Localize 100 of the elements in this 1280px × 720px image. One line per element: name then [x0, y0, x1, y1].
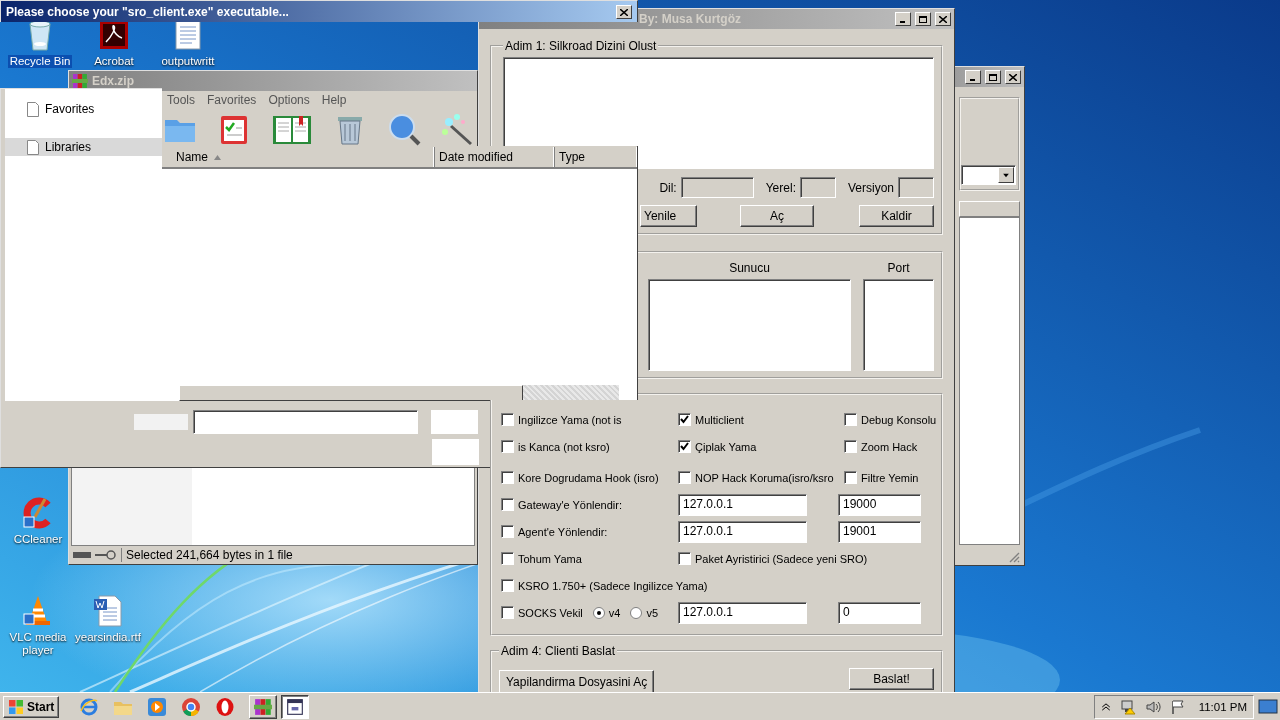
clock-text[interactable]: 11:01 PM [1198, 700, 1247, 713]
checkbox[interactable] [501, 552, 514, 565]
list-header [959, 201, 1020, 217]
input-field[interactable]: 127.0.0.1 [678, 493, 807, 516]
radio-button[interactable] [630, 606, 643, 619]
dropdown[interactable] [961, 165, 1016, 185]
desktop-icon-label[interactable]: outputwritt [159, 55, 217, 68]
input-field[interactable]: 127.0.0.1 [678, 520, 807, 543]
checkbox[interactable] [501, 440, 514, 453]
input-field[interactable] [680, 177, 754, 198]
checkbox-label: Zoom Hack [861, 440, 918, 453]
input-field[interactable]: 19001 [838, 520, 921, 543]
checkbox[interactable] [844, 440, 857, 453]
window-title: Edx.zip [92, 74, 134, 88]
window-title: Please choose your "sro_client.exe" executable... [6, 5, 289, 19]
app-window-icon [286, 697, 305, 716]
checkbox-label: NOP Hack Koruma(isro/ksro [695, 471, 834, 484]
checkbox-label: Paket Ayristirici (Sadece yeni SRO) [695, 552, 868, 565]
network-icon[interactable] [1119, 698, 1136, 715]
checkbox-label: is Kanca (not ksro) [518, 440, 610, 453]
field-label: Yerel: [765, 180, 796, 195]
radio-button[interactable] [592, 606, 605, 619]
input-field[interactable]: 19000 [838, 493, 921, 516]
four-squares-logo-icon [8, 698, 24, 715]
close-button[interactable] [616, 5, 632, 19]
radio-label: v4 [608, 606, 621, 619]
input-field[interactable]: 0 [838, 601, 921, 624]
checkbox[interactable] [501, 606, 514, 619]
search-icon[interactable] [387, 112, 421, 146]
key-icon [95, 550, 117, 560]
opera-icon[interactable] [215, 696, 236, 717]
field-label: Versiyon [847, 180, 894, 195]
magic-wand-icon[interactable] [441, 112, 475, 146]
media-player-icon[interactable] [147, 696, 168, 717]
close-icon [620, 8, 628, 16]
checkbox[interactable] [501, 579, 514, 592]
input-field[interactable] [134, 414, 188, 430]
list-box[interactable] [863, 279, 934, 371]
archive-app-icon [254, 697, 273, 716]
checkbox-label: Agent'e Yönlendir: [518, 525, 608, 538]
checkbox[interactable] [501, 471, 514, 484]
browser-e-icon[interactable] [79, 696, 100, 717]
group-label: Adim 4: Clienti Baslat [500, 644, 617, 658]
input-field[interactable] [193, 410, 418, 434]
checkbox-label: Çiplak Yama [695, 440, 757, 453]
nav-item[interactable]: Libraries [5, 138, 162, 156]
word-document-icon [91, 594, 125, 628]
checkbox-label: Ingilizce Yama (not is [518, 413, 622, 426]
checkbox[interactable] [501, 498, 514, 511]
checkbox[interactable] [501, 525, 514, 538]
close-icon [939, 15, 947, 23]
group-label: Adim 1: Silkroad Dizini Olust [504, 39, 658, 53]
close-icon [1009, 73, 1017, 81]
checkbox[interactable] [678, 471, 691, 484]
document-icon [27, 139, 39, 155]
input-field[interactable] [898, 177, 934, 198]
checkbox-label: Gateway'e Yönlendir: [518, 498, 623, 511]
button[interactable]: Kaldir [859, 205, 934, 227]
checkbox-label: SOCKS Vekil [518, 606, 583, 619]
input-field[interactable]: 127.0.0.1 [678, 601, 807, 624]
column-header[interactable]: Date modified [435, 147, 555, 167]
column-label: Sunucu [728, 261, 771, 277]
status-text: Selected 241,664 bytes in 1 file [121, 548, 293, 562]
checkbox[interactable] [678, 440, 691, 453]
checkbox[interactable] [844, 413, 857, 426]
checkbox[interactable] [678, 552, 691, 565]
speaker-icon[interactable] [1144, 698, 1161, 715]
desktop-icon-label[interactable]: Acrobat [92, 55, 136, 68]
drive-icon [73, 550, 91, 560]
maximize-icon [919, 15, 927, 23]
checkbox-label: KSRO 1.750+ (Sadece Ingilizce Yama) [518, 579, 708, 592]
taskbar-button[interactable] [281, 694, 310, 719]
input-field[interactable] [431, 410, 478, 434]
start-button[interactable]: Start [3, 695, 60, 718]
input-field[interactable] [432, 439, 479, 465]
resize-grip-icon[interactable] [1008, 551, 1020, 563]
chrome-icon[interactable] [181, 696, 202, 717]
desktop-icon-label[interactable]: Recycle Bin [7, 55, 73, 68]
button[interactable]: Aç [740, 205, 814, 227]
menu-item[interactable]: Help [321, 93, 347, 107]
button[interactable]: Baslat! [849, 668, 934, 690]
column-header[interactable]: Name [162, 147, 435, 167]
button[interactable]: Yenile [640, 205, 697, 227]
checkbox-label: Multiclient [695, 413, 744, 426]
input-field[interactable] [799, 177, 836, 198]
menu-item[interactable]: Favorites [207, 93, 257, 107]
flag-icon[interactable] [1169, 698, 1186, 715]
checkbox[interactable] [678, 413, 691, 426]
show-desktop-icon[interactable] [1258, 697, 1278, 716]
checkbox[interactable] [501, 413, 514, 426]
document-icon [27, 101, 39, 117]
checkbox[interactable] [844, 471, 857, 484]
menu-item[interactable]: Options [268, 93, 310, 107]
button[interactable]: Yapilandirma Dosyasini Aç [499, 670, 655, 694]
checkbox-label: Filtre Yemin [861, 471, 919, 484]
radio-label: v5 [646, 606, 659, 619]
nav-item[interactable]: Favorites [5, 100, 162, 118]
menu-item[interactable]: Tools [167, 93, 195, 107]
scrollbar[interactable] [179, 385, 619, 401]
column-header[interactable]: Type [555, 147, 637, 167]
